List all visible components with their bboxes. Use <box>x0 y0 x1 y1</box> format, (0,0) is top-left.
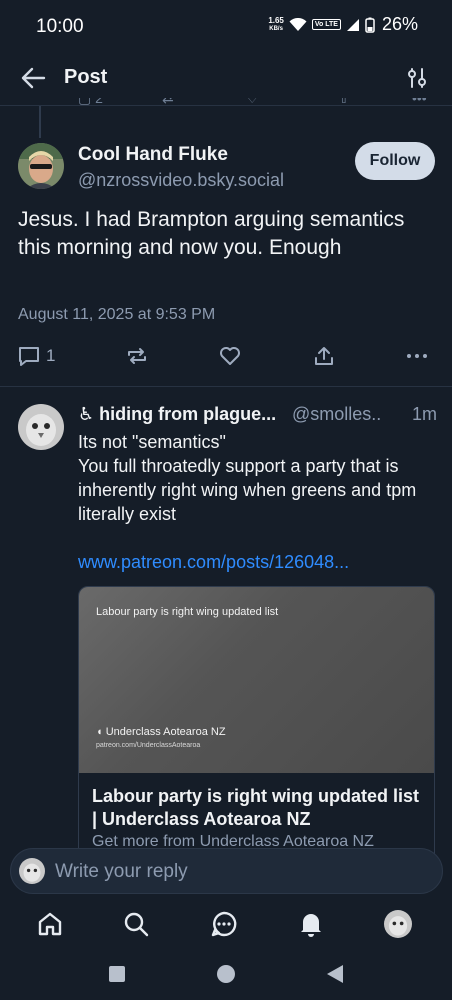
link-preview-image: Labour party is right wing updated list … <box>79 587 434 773</box>
battery-percent: 26% <box>381 14 418 34</box>
search-icon <box>124 912 149 937</box>
volte-badge: Vo LTE <box>311 19 341 30</box>
reply-text: Its not "semantics" You full throatedly … <box>78 432 417 524</box>
link-preview-title: Labour party is right wing updated list … <box>92 786 420 829</box>
link-preview-card[interactable]: Labour party is right wing updated list … <box>78 586 435 886</box>
reply-placeholder[interactable]: Write your reply <box>55 861 188 883</box>
parent-post-actions: ▢ 2 ⇄ ♡ ⇧ ••• <box>0 98 452 110</box>
repost-button[interactable] <box>126 345 148 367</box>
author-name[interactable]: Cool Hand Fluke <box>78 144 228 166</box>
signal-icon <box>346 18 359 31</box>
reply-timestamp: 1m <box>412 404 438 424</box>
more-button[interactable] <box>406 345 428 367</box>
reply-author-name[interactable]: ♿ hiding from plague... <box>78 404 276 425</box>
home-system-button[interactable] <box>216 964 236 984</box>
back-button[interactable] <box>20 66 48 90</box>
network-speed: 1.65 KB/s <box>268 15 284 32</box>
thread-connector <box>39 106 41 138</box>
chat-icon <box>211 911 237 937</box>
nav-profile[interactable] <box>384 910 412 938</box>
post-timestamp: August 11, 2025 at 9:53 PM <box>18 306 216 323</box>
composer-avatar <box>19 858 45 884</box>
nav-home[interactable] <box>36 910 64 938</box>
follow-button[interactable]: Follow <box>355 142 435 180</box>
home-icon <box>38 912 62 936</box>
parent-more-icon[interactable]: ••• <box>412 98 427 106</box>
nav-notifications[interactable] <box>297 910 325 938</box>
status-icons: 1.65 KB/s Vo LTE 26% <box>268 14 418 35</box>
speech-bubble-icon <box>19 347 39 366</box>
reply-author-avatar[interactable] <box>18 404 64 450</box>
ellipsis-icon <box>407 354 427 358</box>
share-button[interactable] <box>313 345 335 367</box>
preview-image-title: Labour party is right wing updated list <box>96 606 279 618</box>
parent-like-icon[interactable]: ♡ <box>246 98 259 107</box>
parent-reply-icon[interactable]: ▢ 2 <box>78 98 103 107</box>
like-button[interactable] <box>219 345 241 367</box>
status-bar: 10:00 1.65 KB/s Vo LTE 26% <box>0 0 452 52</box>
battery-icon <box>365 17 375 33</box>
repost-icon <box>128 348 146 364</box>
preview-image-brand: ◖ Underclass Aotearoa NZ <box>96 726 226 738</box>
nav-search[interactable] <box>122 910 150 938</box>
bottom-navigation <box>0 894 452 954</box>
share-icon <box>315 347 333 365</box>
recents-button[interactable] <box>108 965 126 983</box>
reply-count: 1 <box>46 346 56 365</box>
system-navigation <box>0 954 452 1000</box>
back-system-button[interactable] <box>326 964 344 984</box>
profile-avatar <box>384 910 412 938</box>
patreon-icon: ◖ <box>96 726 106 738</box>
arrow-left-icon <box>21 67 46 89</box>
author-avatar[interactable] <box>18 143 64 189</box>
reply-composer[interactable]: Write your reply <box>10 848 443 894</box>
author-handle[interactable]: @nzrossvideo.bsky.social <box>78 170 284 191</box>
sliders-icon <box>408 68 426 88</box>
reply-author-handle[interactable]: @smolles.. <box>292 404 381 425</box>
reply-button[interactable]: 1 <box>18 345 55 367</box>
parent-repost-icon[interactable]: ⇄ <box>162 98 174 107</box>
thread-options-button[interactable] <box>406 67 428 89</box>
bell-icon <box>301 914 321 937</box>
parent-share-icon[interactable]: ⇧ <box>338 98 350 107</box>
page-title: Post <box>64 66 108 88</box>
reply-link[interactable]: www.patreon.com/posts/126048... <box>78 552 349 573</box>
preview-image-url: patreon.com/UnderclassAotearoa <box>96 742 201 749</box>
nav-chat[interactable] <box>210 910 238 938</box>
divider <box>0 386 452 387</box>
status-time: 10:00 <box>36 16 84 37</box>
wifi-icon <box>289 17 307 31</box>
heart-icon <box>220 347 240 365</box>
post-text: Jesus. I had Brampton arguing semantics … <box>18 208 405 259</box>
